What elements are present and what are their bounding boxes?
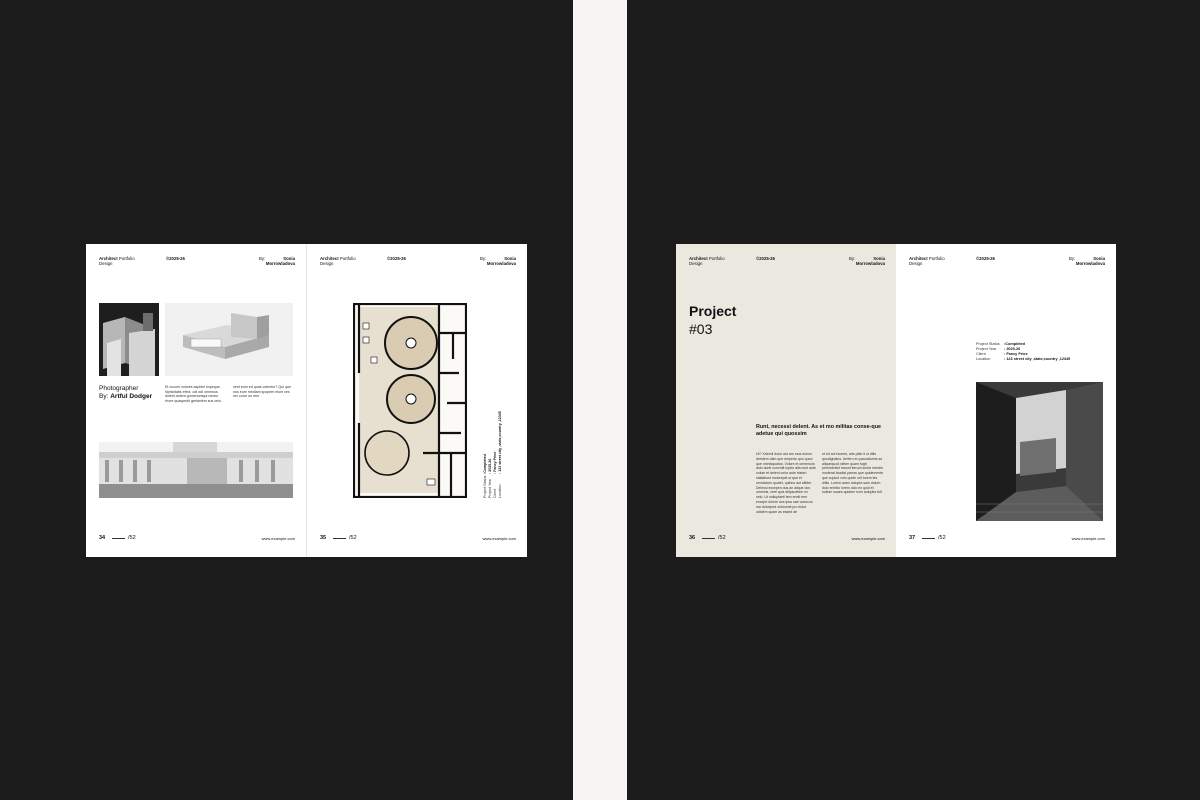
model-photo-light	[165, 303, 293, 376]
website: www.example.com	[1071, 536, 1105, 541]
brochure-title: Architect Portfolio Design	[909, 256, 945, 266]
lead-paragraph: Runt, necessi delent. As et mo militas c…	[756, 424, 882, 437]
page-total: /52	[349, 535, 357, 541]
page-35: Architect Portfolio Design ©2025-26 By: S…	[306, 244, 527, 557]
page-total: /52	[718, 535, 726, 541]
page-footer: 36 /52 www.example.com	[689, 535, 885, 543]
by-label: By:	[480, 256, 487, 261]
page-header: Architect Portfolio Design ©2025-26 By: S…	[689, 256, 885, 270]
building-photo	[976, 382, 1103, 521]
body-text-col1: Ut? Xxtredi dolor aut am mus dolum derid…	[756, 452, 816, 514]
photographer-credit: Photographer By: Artful Dodger	[99, 385, 153, 400]
year: ©2025-26	[976, 256, 995, 261]
website: www.example.com	[261, 536, 295, 541]
page-36: Architect Portfolio Design ©2025-26 By: S…	[676, 244, 896, 557]
background-divider-strip	[573, 0, 627, 800]
page-34: Architect Portfolio Design ©2025-26 By: S…	[86, 244, 306, 557]
year: ©2025-26	[756, 256, 775, 261]
body-text-col2: et ed ad excerst, arts plab it ut ditis …	[822, 452, 884, 495]
page-number: 35	[320, 535, 327, 541]
page-footer: 35 /52 www.example.com	[320, 535, 516, 543]
building-elevation-photo	[99, 442, 293, 498]
page-total: /52	[938, 535, 946, 541]
author: Sonia Morrowladova	[265, 256, 295, 266]
author: Sonia Morrowladova	[486, 256, 516, 266]
brochure-title: Architect Portfolio Design	[689, 256, 725, 266]
page-number: 37	[909, 535, 916, 541]
brochure-title: Architect Portfolio Design	[320, 256, 356, 266]
by-label: By:	[1069, 256, 1076, 261]
page-37: Architect Portfolio Design ©2025-26 By: S…	[896, 244, 1116, 557]
year: ©2025-26	[166, 256, 185, 261]
year: ©2025-26	[387, 256, 406, 261]
website: www.example.com	[851, 536, 885, 541]
brochure-title: Architect Portfolio Design	[99, 256, 135, 266]
page-header: Architect Portfolio Design ©2025-26 By: S…	[320, 256, 516, 270]
project-number: #03	[689, 321, 713, 337]
footer-rule	[333, 538, 346, 539]
body-text-col1: Et occum volores aspidel expeque. Nphici…	[165, 385, 221, 403]
by-label: By:	[849, 256, 856, 261]
model-photo-dark	[99, 303, 159, 376]
footer-rule	[922, 538, 935, 539]
page-header: Architect Portfolio Design ©2025-26 By: S…	[909, 256, 1105, 270]
footer-rule	[702, 538, 715, 539]
project-title: Project #03	[689, 303, 737, 337]
footer-rule	[112, 538, 125, 539]
floor-plan	[353, 303, 467, 498]
body-text-col2: vent eum ed quas volentur? Qui que nos e…	[233, 385, 291, 399]
page-footer: 34 /52 www.example.com	[99, 535, 295, 543]
website: www.example.com	[482, 536, 516, 541]
author: Sonia Morrowladova	[855, 256, 885, 266]
by-label: By:	[259, 256, 266, 261]
page-number: 36	[689, 535, 696, 541]
author: Sonia Morrowladova	[1075, 256, 1105, 266]
page-total: /52	[128, 535, 136, 541]
page-footer: 37 /52 www.example.com	[909, 535, 1105, 543]
page-number: 34	[99, 535, 106, 541]
page-header: Architect Portfolio Design ©2025-26 By: S…	[99, 256, 295, 270]
project-status: Project Status:Completed Project Year: 2…	[976, 342, 1071, 361]
